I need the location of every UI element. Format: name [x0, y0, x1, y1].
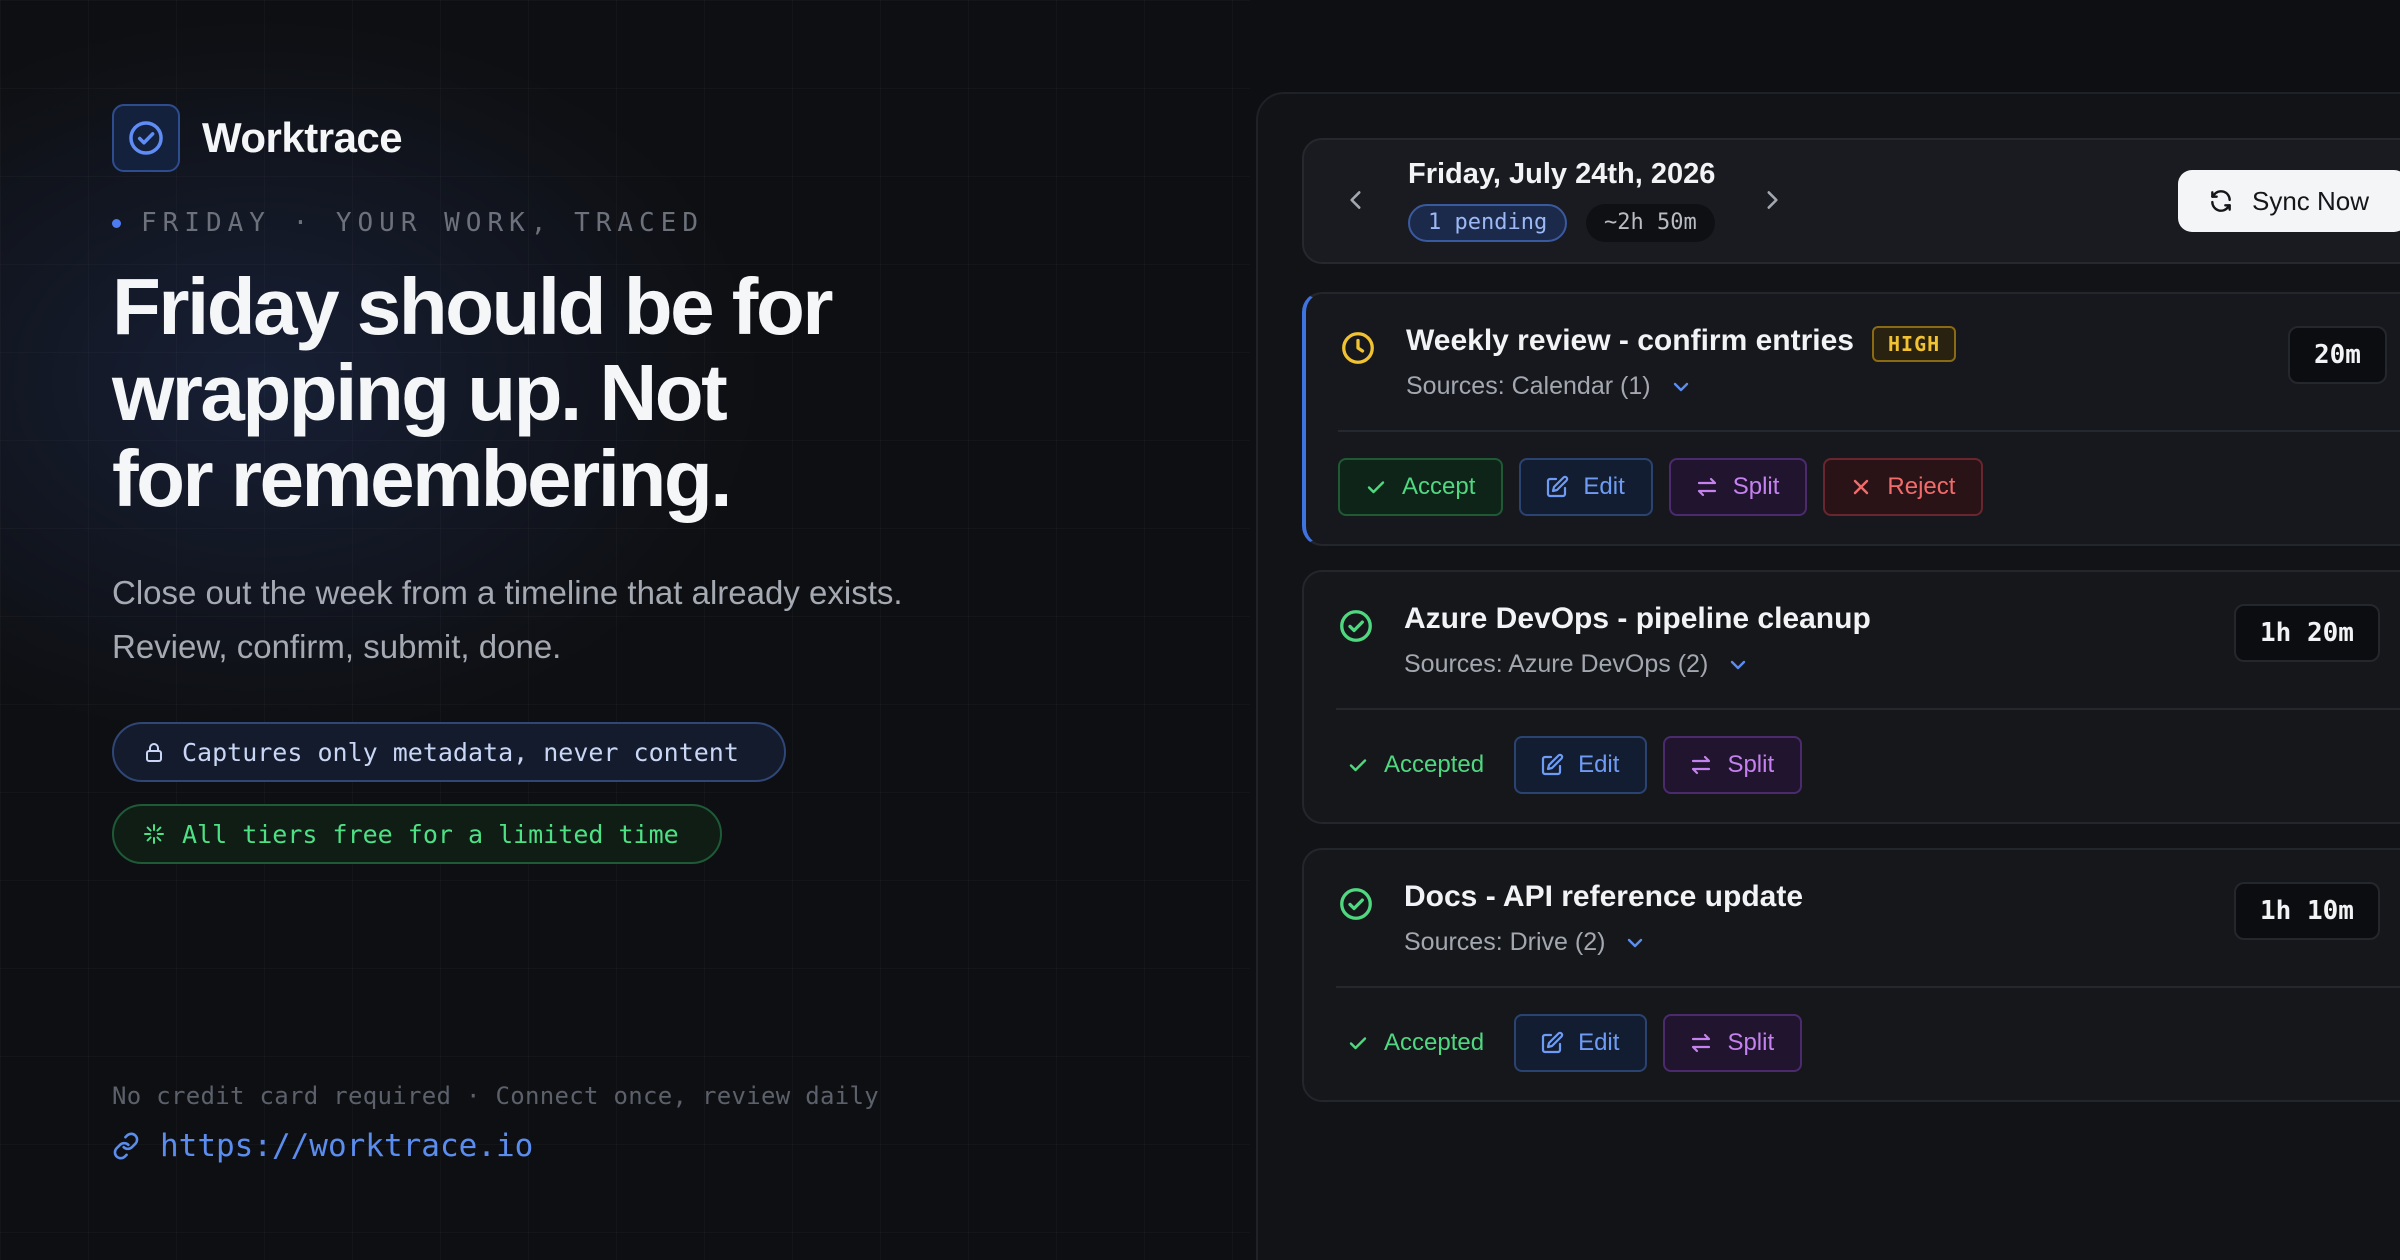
- edit-button[interactable]: Edit: [1514, 736, 1648, 794]
- entry-sources[interactable]: Sources: Azure DevOps (2): [1404, 650, 1750, 679]
- hero-section: Worktrace FRIDAY · YOUR WORK, TRACED Fri…: [112, 104, 1162, 864]
- entry-actions: Accepted Edit Split: [1336, 1014, 1818, 1072]
- entry-sources[interactable]: Sources: Drive (2): [1404, 928, 1647, 957]
- entry-divider: [1336, 708, 2400, 710]
- check-circle-icon: [1338, 886, 1374, 927]
- entry-divider: [1336, 986, 2400, 988]
- entry-sources-text: Sources: Calendar (1): [1406, 372, 1651, 400]
- pricing-pill-text: All tiers free for a limited time: [182, 819, 679, 849]
- split-icon: [1697, 477, 1716, 497]
- duration-chip: 20m: [2288, 326, 2387, 384]
- date-title: Friday, July 24th, 2026: [1408, 158, 1716, 190]
- accept-label: Accept: [1402, 473, 1476, 500]
- privacy-pill-text: Captures only metadata, never content: [182, 737, 739, 767]
- edit-label: Edit: [1578, 751, 1620, 778]
- entry-title: Azure DevOps - pipeline cleanup: [1404, 602, 1871, 635]
- refresh-icon: [2211, 190, 2231, 212]
- split-label: Split: [1727, 1029, 1775, 1056]
- privacy-pill: Captures only metadata, never content: [112, 722, 786, 782]
- entry-divider: [1338, 430, 2400, 432]
- check-icon: [1349, 1037, 1367, 1050]
- chevron-down-icon: [1673, 382, 1688, 391]
- duration-chip: 1h 20m: [2234, 604, 2380, 662]
- lock-icon: [146, 743, 162, 762]
- accept-button[interactable]: Accept: [1338, 458, 1504, 516]
- website-link-text[interactable]: https://worktrace.io: [160, 1128, 533, 1164]
- subtitle: Close out the week from a timeline that …: [112, 566, 1162, 674]
- entry-sources-text: Sources: Azure DevOps (2): [1404, 650, 1709, 678]
- accepted-label: Accepted: [1384, 751, 1485, 778]
- split-button[interactable]: Split: [1663, 736, 1803, 794]
- edit-icon: [1541, 1031, 1564, 1054]
- check-circle-icon: [112, 104, 180, 172]
- headline-line-3: for remembering.: [112, 434, 732, 523]
- priority-badge: HIGH: [1872, 326, 1957, 362]
- brand-name: Worktrace: [202, 114, 403, 161]
- headline-line-1: Friday should be for: [112, 262, 833, 351]
- link-icon: [113, 1132, 139, 1160]
- edit-button[interactable]: Edit: [1514, 1014, 1648, 1072]
- entry-actions: Accepted Edit Split: [1336, 736, 1818, 794]
- split-label: Split: [1732, 473, 1780, 500]
- pending-badge: 1 pending: [1408, 204, 1568, 242]
- chevron-down-icon: [1628, 938, 1643, 947]
- footer-note: No credit card required · Connect once, …: [112, 1082, 879, 1110]
- next-day-button[interactable]: [1752, 180, 1792, 220]
- sync-now-button[interactable]: Sync Now: [2178, 170, 2400, 232]
- check-icon: [1349, 759, 1367, 772]
- accepted-status: Accepted: [1336, 1029, 1484, 1057]
- chevron-down-icon: [1731, 660, 1746, 669]
- entry-sources[interactable]: Sources: Calendar (1): [1406, 372, 1693, 401]
- headline-line-2: wrapping up. Not: [112, 348, 728, 437]
- time-entry[interactable]: Weekly review - confirm entries HIGH 20m…: [1302, 292, 2400, 546]
- reject-label: Reject: [1887, 473, 1956, 500]
- total-duration-badge: ~2h 50m: [1586, 204, 1715, 242]
- chevron-left-icon: [1350, 191, 1361, 209]
- entry-title: Docs - API reference update: [1404, 880, 1804, 913]
- check-icon: [1367, 481, 1385, 494]
- time-entry[interactable]: Azure DevOps - pipeline cleanup 1h 20m S…: [1302, 570, 2400, 824]
- check-circle-icon: [1338, 608, 1374, 649]
- reject-button[interactable]: Reject: [1823, 458, 1984, 516]
- entry-title: Weekly review - confirm entries: [1406, 324, 1854, 357]
- subtitle-line-1: Close out the week from a timeline that …: [112, 574, 903, 611]
- edit-icon: [1547, 475, 1569, 498]
- previous-day-button[interactable]: [1336, 180, 1376, 220]
- edit-label: Edit: [1583, 473, 1625, 500]
- entry-sources-text: Sources: Drive (2): [1404, 928, 1606, 956]
- eyebrow-text: FRIDAY · YOUR WORK, TRACED: [141, 208, 704, 238]
- eyebrow: FRIDAY · YOUR WORK, TRACED: [112, 208, 1162, 238]
- page-title: Friday should be for wrapping up. Not fo…: [112, 264, 1162, 522]
- edit-label: Edit: [1578, 1029, 1620, 1056]
- edit-icon: [1541, 753, 1564, 776]
- entry-actions: Accept Edit Split Reject: [1338, 458, 1999, 516]
- split-button[interactable]: Split: [1663, 1014, 1803, 1072]
- time-entry[interactable]: Docs - API reference update 1h 10m Sourc…: [1302, 848, 2400, 1102]
- split-icon: [1692, 755, 1711, 775]
- pricing-pill: All tiers free for a limited time: [112, 804, 722, 864]
- accepted-label: Accepted: [1384, 1029, 1485, 1056]
- subtitle-line-2: Review, confirm, submit, done.: [112, 628, 562, 665]
- edit-button[interactable]: Edit: [1519, 458, 1653, 516]
- chevron-right-icon: [1767, 191, 1778, 209]
- split-button[interactable]: Split: [1668, 458, 1808, 516]
- clock-icon: [1340, 330, 1376, 371]
- accepted-status: Accepted: [1336, 751, 1484, 779]
- sync-now-label: Sync Now: [2252, 185, 2370, 216]
- duration-chip: 1h 10m: [2234, 882, 2380, 940]
- website-link[interactable]: https://worktrace.io: [112, 1128, 533, 1164]
- brand[interactable]: Worktrace: [112, 104, 1162, 172]
- split-label: Split: [1727, 751, 1775, 778]
- eyebrow-dot: [112, 218, 121, 228]
- close-icon: [1854, 479, 1869, 495]
- split-icon: [1692, 1033, 1711, 1053]
- sparkle-icon: [144, 824, 164, 844]
